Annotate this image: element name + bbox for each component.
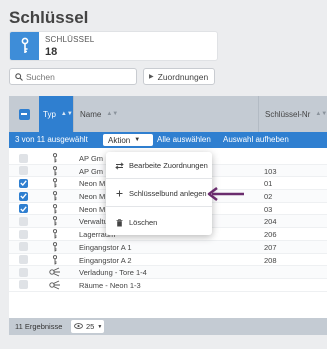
row-name[interactable]: Eingangstor A 2 <box>79 256 259 265</box>
search-box[interactable] <box>9 68 137 85</box>
chevron-down-icon: ▼ <box>134 137 141 143</box>
assignments-button-label: Zuordnungen <box>157 71 209 82</box>
page-title: Schlüssel <box>9 8 89 27</box>
chevron-right-icon: ▶ <box>149 74 154 80</box>
eye-icon <box>74 322 83 331</box>
row-key-number: 01 <box>264 179 273 189</box>
key-icon <box>49 203 61 214</box>
table-row[interactable]: Verladung - Tore 1-4 <box>9 266 327 279</box>
annotation-arrow <box>206 187 246 206</box>
key-icon <box>49 241 61 252</box>
assignments-button[interactable]: ▶ Zuordnungen <box>143 68 215 85</box>
row-name[interactable]: Räume - Neon 1-3 <box>79 281 259 290</box>
column-header-typ[interactable]: Typ ▲▼ <box>39 96 73 132</box>
row-checkbox[interactable] <box>19 216 28 226</box>
select-all-link[interactable]: Alle auswählen <box>157 135 211 144</box>
sort-icon: ▲▼ <box>315 111 327 117</box>
page-size-value: 25 <box>86 322 95 331</box>
key-icon <box>49 165 61 176</box>
key-icon <box>49 191 61 201</box>
row-key-number: 03 <box>264 204 273 214</box>
selection-count: 3 von 11 ausgewählt <box>15 135 88 144</box>
stat-label: SCHLÜSSEL <box>45 35 95 44</box>
menu-divider <box>106 206 212 207</box>
action-menu: Bearbeite Zuordnungen Schlüsselbund anle… <box>106 152 212 235</box>
keyring-icon <box>49 280 61 290</box>
table-row[interactable]: Eingangstor A 1 207 <box>9 240 327 254</box>
row-checkbox[interactable] <box>19 191 28 201</box>
key-icon <box>49 254 61 265</box>
menu-item-edit-assignments[interactable]: Bearbeite Zuordnungen <box>114 161 208 170</box>
row-name[interactable]: Verladung - Tore 1-4 <box>79 268 259 277</box>
action-dropdown-button[interactable]: Aktion ▼ <box>103 134 153 146</box>
swap-icon <box>114 161 124 170</box>
table-row[interactable]: Räume - Neon 1-3 <box>9 279 327 292</box>
selection-bar: 3 von 11 ausgewählt Aktion ▼ Alle auswäh… <box>9 132 327 148</box>
trash-icon <box>114 218 124 227</box>
key-icon <box>10 32 39 60</box>
row-name[interactable]: Eingangstor A 1 <box>79 243 259 252</box>
sort-icon: ▲▼ <box>106 111 119 117</box>
search-icon <box>15 68 23 86</box>
row-checkbox[interactable] <box>19 255 28 264</box>
menu-item-delete[interactable]: Löschen <box>114 218 157 227</box>
page-size-select[interactable]: 25 ▼ <box>71 320 104 333</box>
menu-item-create-keyring[interactable]: Schlüsselbund anlegen <box>114 189 207 198</box>
row-key-number: 206 <box>264 230 277 240</box>
row-checkbox[interactable] <box>19 178 28 188</box>
column-header-nr[interactable]: Schlüssel-Nr ▲▼ <box>258 96 327 132</box>
key-icon <box>49 153 61 163</box>
row-checkbox[interactable] <box>19 267 28 277</box>
menu-divider <box>106 178 212 179</box>
result-count: 11 Ergebnisse <box>15 322 63 331</box>
plus-icon <box>114 190 124 197</box>
keyring-icon <box>49 267 61 277</box>
row-checkbox[interactable] <box>19 229 28 239</box>
stat-value: 18 <box>45 46 58 58</box>
row-key-number: 207 <box>264 242 277 252</box>
table-header: Typ ▲▼ Name ▲▼ Schlüssel-Nr ▲▼ <box>9 96 327 132</box>
row-checkbox[interactable] <box>19 280 28 290</box>
row-key-number: 208 <box>264 255 277 265</box>
stat-card-keys: SCHLÜSSEL 18 <box>9 31 218 61</box>
row-checkbox[interactable] <box>19 153 28 163</box>
row-key-number: 02 <box>264 192 273 202</box>
key-icon <box>49 229 61 239</box>
row-checkbox[interactable] <box>19 204 28 214</box>
column-header-name[interactable]: Name ▲▼ <box>73 96 258 132</box>
key-icon <box>49 178 61 188</box>
row-checkbox[interactable] <box>19 166 28 176</box>
chevron-down-icon: ▼ <box>97 323 103 330</box>
row-checkbox[interactable] <box>19 242 28 252</box>
key-icon <box>49 216 61 226</box>
row-key-number: 103 <box>264 166 277 176</box>
row-key-number: 204 <box>264 217 277 227</box>
search-input[interactable] <box>26 71 126 82</box>
deselect-link[interactable]: Auswahl aufheben <box>223 135 289 144</box>
table-footer: 11 Ergebnisse 25 ▼ <box>9 318 327 335</box>
sort-icon: ▲▼ <box>60 111 73 117</box>
table-row[interactable]: Eingangstor A 2 208 <box>9 254 327 267</box>
select-all-checkbox[interactable] <box>9 96 39 132</box>
